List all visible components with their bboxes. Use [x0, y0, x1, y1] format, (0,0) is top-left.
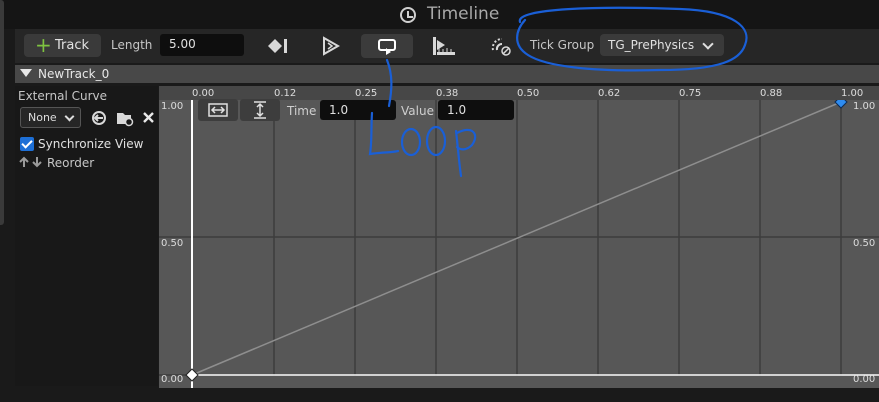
x-tick-label: 1.00	[841, 88, 864, 99]
sync-view-checkbox[interactable]	[20, 137, 34, 151]
external-curve-label: External Curve	[18, 89, 108, 103]
plus-icon: +	[35, 33, 52, 57]
tick-group-value: TG_PrePhysics	[608, 38, 695, 52]
y-tick-label-left: 0.50	[161, 238, 184, 249]
x-tick-label: 0.38	[436, 88, 459, 99]
track-name[interactable]: NewTrack_0	[38, 67, 109, 81]
fit-vertical-button[interactable]	[240, 99, 280, 121]
add-track-button[interactable]: + Track	[24, 33, 101, 57]
loop-button[interactable]	[361, 34, 413, 58]
x-tick-label: 0.12	[274, 88, 297, 99]
y-tick-label-left: 0.00	[161, 374, 184, 385]
external-curve-dropdown[interactable]: None	[20, 107, 81, 128]
value-input[interactable]: 1.0	[438, 100, 514, 120]
fit-vertical-icon	[254, 101, 266, 119]
y-tick-label-right: 0.50	[853, 238, 876, 249]
chevron-down-icon	[64, 111, 75, 122]
window-title: Timeline	[427, 4, 500, 24]
scroll-handle[interactable]	[0, 0, 4, 225]
reorder-label[interactable]: Reorder	[47, 156, 94, 170]
fit-horizontal-icon	[208, 103, 228, 117]
tick-group-dropdown[interactable]: TG_PrePhysics	[600, 34, 724, 56]
chevron-down-icon	[702, 38, 714, 50]
x-tick-label: 0.50	[517, 88, 540, 99]
length-label: Length	[111, 38, 153, 52]
x-tick-label: 0.75	[679, 88, 702, 99]
x-tick-label: 0.25	[355, 88, 378, 99]
clock-icon	[400, 7, 416, 23]
loop-icon	[378, 39, 396, 55]
curve-editor[interactable]	[159, 86, 879, 388]
y-tick-label-right: 1.00	[853, 101, 876, 112]
curve-graph[interactable]	[159, 86, 879, 388]
collapse-arrow-icon[interactable]	[20, 69, 32, 77]
value-label: Value	[401, 104, 434, 118]
autoplay-icon[interactable]	[320, 35, 342, 57]
y-tick-label-right: 0.00	[853, 374, 876, 385]
replicated-icon[interactable]	[488, 34, 514, 58]
external-curve-value: None	[28, 111, 57, 124]
add-track-label: Track	[55, 38, 90, 53]
sync-view-label: Synchronize View	[38, 137, 144, 151]
close-icon[interactable]	[142, 111, 156, 125]
reorder-arrows-icon	[19, 156, 42, 168]
use-last-keyframe-icon[interactable]	[431, 34, 457, 58]
time-label: Time	[287, 104, 317, 118]
y-tick-label-left: 1.00	[161, 101, 184, 112]
key-point-start	[185, 368, 199, 382]
x-tick-label: 0.88	[760, 88, 783, 99]
browse-asset-icon[interactable]	[115, 108, 135, 128]
use-selected-asset-icon[interactable]	[90, 109, 108, 127]
tick-group-label: Tick Group	[530, 38, 595, 52]
x-tick-label: 0.62	[598, 88, 621, 99]
track-properties-panel	[15, 86, 158, 386]
time-input[interactable]: 1.0	[320, 100, 396, 120]
x-tick-label: 0.00	[192, 88, 215, 99]
bottom-edge	[0, 388, 879, 402]
fit-horizontal-button[interactable]	[198, 99, 238, 121]
length-input[interactable]: 5.00	[160, 34, 244, 56]
track-header[interactable]	[15, 65, 879, 83]
add-key-icon[interactable]	[264, 36, 288, 56]
